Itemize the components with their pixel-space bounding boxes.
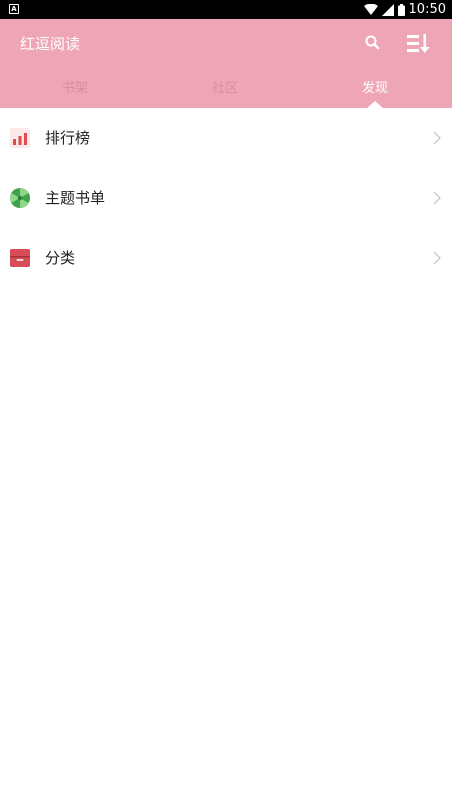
ranking-bar-chart-icon: [10, 128, 30, 148]
wifi-icon: [363, 3, 378, 15]
battery-icon: [397, 3, 405, 16]
list-item-ranking[interactable]: 排行榜: [0, 108, 452, 168]
search-button[interactable]: [362, 32, 384, 54]
search-icon: [365, 35, 380, 50]
chevron-right-icon: [433, 251, 441, 265]
list-item-category[interactable]: 分类: [0, 228, 452, 288]
list-item-label: 排行榜: [45, 129, 91, 147]
clock: 10:50: [408, 2, 446, 17]
chevron-right-icon: [433, 131, 441, 145]
sort-button[interactable]: [405, 31, 431, 57]
app-bar: 红逗阅读 书架 社区 发现: [0, 19, 452, 109]
chevron-right-icon: [433, 191, 441, 205]
list-item-label: 主题书单: [45, 189, 106, 207]
notification-icon: A: [9, 4, 19, 14]
cell-signal-icon: [381, 3, 394, 16]
tab-bar: 书架 社区 发现: [0, 73, 452, 109]
sort-list-icon: [407, 34, 430, 53]
list-item-theme-booklist[interactable]: 主题书单: [0, 168, 452, 228]
theme-booklist-icon: [10, 188, 30, 208]
app-title: 红逗阅读: [20, 35, 81, 53]
list-item-label: 分类: [45, 249, 76, 267]
tab-community[interactable]: 社区: [150, 73, 300, 108]
tab-bookshelf[interactable]: 书架: [0, 73, 150, 108]
status-bar: A 10:50: [0, 0, 452, 19]
category-box-icon: [10, 249, 30, 267]
